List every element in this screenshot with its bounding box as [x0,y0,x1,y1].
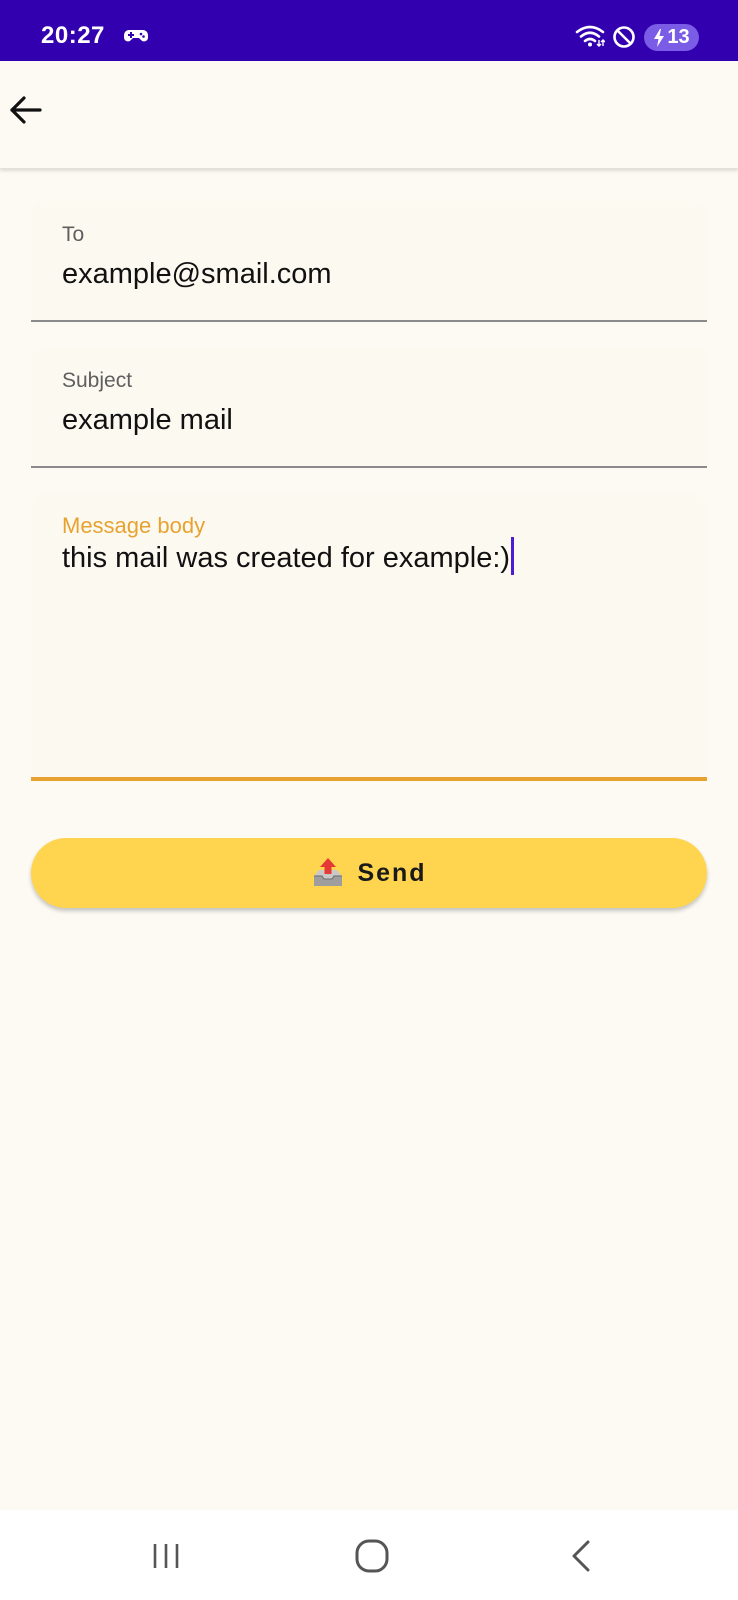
message-body-value: this mail was created for example:) [62,542,511,574]
wifi-icon [575,25,605,47]
navigation-bar [0,1510,738,1600]
send-button[interactable]: Send [31,838,707,908]
do-not-disturb-icon [613,26,635,48]
message-body-field[interactable]: Message body this mail was created for e… [31,494,707,781]
home-icon[interactable] [352,1536,392,1576]
message-body-input[interactable]: this mail was created for example:) [62,537,515,575]
back-button[interactable] [0,85,50,135]
subject-field-value[interactable]: example mail [62,404,233,437]
game-controller-icon [124,30,148,42]
app-bar [0,61,738,169]
send-button-label: Send [357,858,427,887]
arrow-left-icon [10,96,42,124]
status-bar: 20:27 13 [0,0,738,61]
battery-level: 13 [667,26,690,48]
subject-field-label: Subject [62,369,133,392]
battery-indicator: 13 [644,24,699,51]
message-body-label: Message body [62,513,206,538]
back-chevron-icon[interactable] [564,1536,596,1576]
to-field[interactable]: To example@smail.com [31,201,707,322]
to-field-label: To [62,223,85,246]
subject-field[interactable]: Subject example mail [31,347,707,468]
charging-bolt-icon [654,28,665,47]
text-cursor [511,537,515,575]
status-time: 20:27 [41,22,105,49]
recents-icon[interactable] [146,1536,186,1576]
to-field-value[interactable]: example@smail.com [62,258,332,291]
outbox-tray-icon [314,858,343,886]
